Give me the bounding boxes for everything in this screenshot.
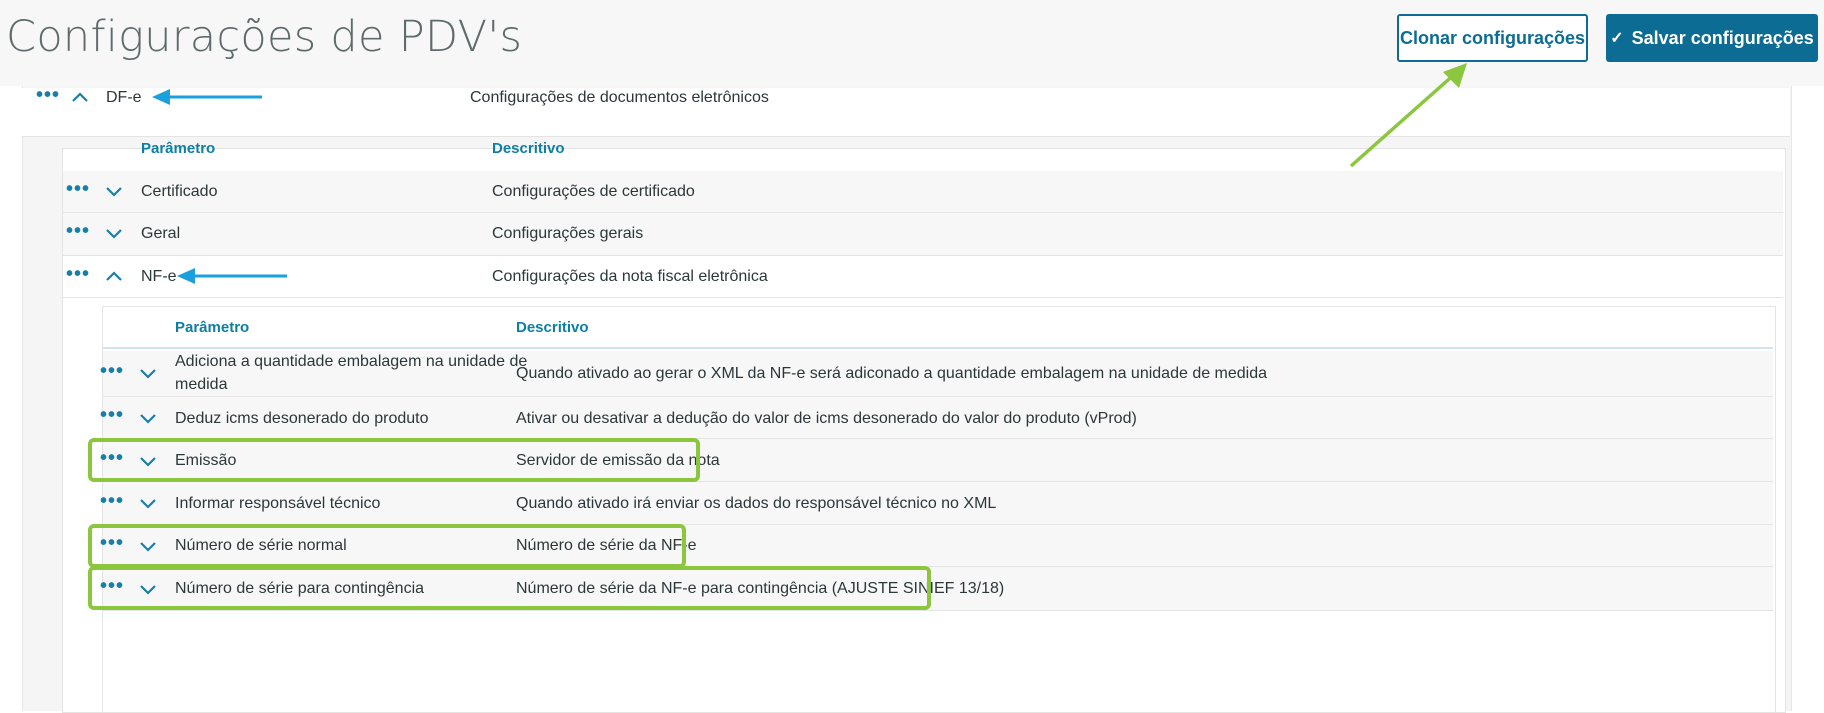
row-label: Número de série normal <box>175 537 347 554</box>
chevron-down-icon[interactable] <box>139 455 159 469</box>
save-settings-button[interactable]: ✓ Salvar configurações <box>1606 14 1818 62</box>
more-dots-icon[interactable]: ••• <box>100 448 124 468</box>
table-row[interactable] <box>63 171 1783 213</box>
save-settings-label: Salvar configurações <box>1631 27 1814 48</box>
chevron-down-icon[interactable] <box>139 497 159 511</box>
chevron-up-icon[interactable] <box>105 270 125 284</box>
chevron-down-icon[interactable] <box>105 185 125 199</box>
row-label: Emissão <box>175 452 237 469</box>
row-description: Configurações de certificado <box>492 183 695 200</box>
column-header-parameter: Parâmetro <box>141 140 216 157</box>
row-label-line2: medida <box>175 376 228 393</box>
more-dots-icon[interactable]: ••• <box>100 533 124 553</box>
chevron-down-icon[interactable] <box>105 227 125 241</box>
table-header <box>103 307 1773 349</box>
table-row-serie-normal[interactable] <box>103 525 1773 567</box>
chevron-down-icon[interactable] <box>139 367 159 381</box>
table-row-nfe[interactable] <box>63 256 1783 298</box>
page-title: Configurações de PDV's <box>6 12 523 62</box>
more-dots-icon[interactable]: ••• <box>66 179 90 199</box>
clone-settings-button[interactable]: Clonar configurações <box>1397 14 1588 62</box>
clone-settings-label: Clonar configurações <box>1399 27 1586 48</box>
row-label: Número de série para contingência <box>175 580 425 597</box>
tree-row-dfe[interactable] <box>22 88 1790 137</box>
row-label: NF-e <box>141 268 177 285</box>
check-icon: ✓ <box>1610 30 1624 47</box>
row-description: Ativar ou desativar a dedução do valor d… <box>516 410 1137 427</box>
row-description: Configurações gerais <box>492 225 644 242</box>
row-label: Geral <box>141 225 181 242</box>
more-dots-icon[interactable]: ••• <box>66 221 90 241</box>
more-dots-icon[interactable]: ••• <box>100 491 124 511</box>
row-label-line1: Adiciona a quantidade embalagem na unida… <box>175 353 528 370</box>
more-dots-icon[interactable]: ••• <box>66 264 90 284</box>
chevron-up-icon[interactable] <box>71 91 91 105</box>
table-row[interactable] <box>63 213 1783 256</box>
chevron-down-icon[interactable] <box>139 540 159 554</box>
row-label: Informar responsável técnico <box>175 495 381 512</box>
column-header-parameter: Parâmetro <box>175 319 250 336</box>
row-description: Número de série da NF-e <box>516 537 697 554</box>
more-dots-icon[interactable]: ••• <box>100 576 124 596</box>
tree-row-label: DF-e <box>106 89 142 106</box>
more-dots-icon[interactable]: ••• <box>36 85 60 105</box>
row-label: Deduz icms desonerado do produto <box>175 410 429 427</box>
row-description: Configurações da nota fiscal eletrônica <box>492 268 768 285</box>
column-header-description: Descritivo <box>492 140 565 157</box>
tree-row-description: Configurações de documentos eletrônicos <box>470 89 769 106</box>
more-dots-icon[interactable]: ••• <box>100 405 124 425</box>
chevron-down-icon[interactable] <box>139 583 159 597</box>
row-label: Certificado <box>141 183 218 200</box>
chevron-down-icon[interactable] <box>139 412 159 426</box>
row-description: Quando ativado ao gerar o XML da NF-e se… <box>516 365 1268 382</box>
row-description: Servidor de emissão da nota <box>516 452 720 469</box>
column-header-description: Descritivo <box>516 319 589 336</box>
row-description: Número de série da NF-e para contingênci… <box>516 580 1005 597</box>
more-dots-icon[interactable]: ••• <box>100 361 124 381</box>
row-description: Quando ativado irá enviar os dados do re… <box>516 495 997 512</box>
table-row-emissao[interactable] <box>103 439 1773 482</box>
